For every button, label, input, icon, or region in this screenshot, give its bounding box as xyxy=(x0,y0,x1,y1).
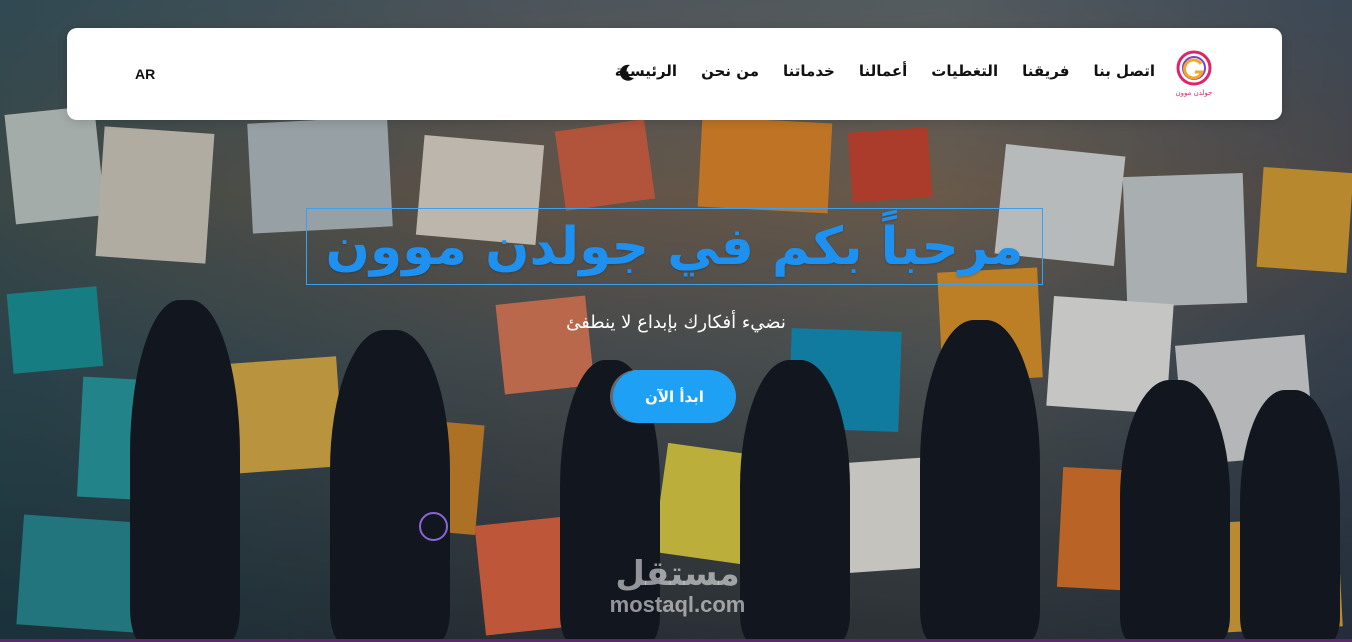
logo-text: جولدن موون xyxy=(1175,89,1212,97)
nav-item-contact[interactable]: اتصل بنا xyxy=(1093,62,1155,80)
nav-links: الرئيسية من نحن خدماتنا أعمالنا التغطيات… xyxy=(615,62,1155,80)
logo[interactable]: جولدن موون xyxy=(1174,50,1214,98)
theme-toggle-button[interactable] xyxy=(619,64,635,82)
nav-item-about[interactable]: من نحن xyxy=(701,62,759,80)
watermark: مستقل mostaql.com xyxy=(590,555,765,617)
moon-icon xyxy=(619,64,634,81)
nav-item-works[interactable]: أعمالنا xyxy=(859,62,907,80)
watermark-arabic: مستقل xyxy=(615,554,740,594)
hero-title: مرحباً بكم في جولدن موون xyxy=(325,216,1024,277)
nav-item-services[interactable]: خدماتنا xyxy=(783,62,835,80)
hero-title-box: مرحباً بكم في جولدن موون xyxy=(306,208,1043,285)
nav-item-team[interactable]: فريقنا xyxy=(1022,62,1069,80)
nav-item-coverage[interactable]: التغطيات xyxy=(931,62,998,80)
start-now-button[interactable]: ابدأ الآن xyxy=(613,370,736,423)
logo-icon: جولدن موون xyxy=(1175,50,1213,97)
cursor-ring xyxy=(419,512,448,541)
watermark-domain: mostaql.com xyxy=(609,592,746,617)
hero-subtitle: نضيء أفكارك بإبداع لا ينطفئ xyxy=(566,312,786,333)
navbar: جولدن موون الرئيسية من نحن خدماتنا أعمال… xyxy=(67,28,1282,120)
language-switch[interactable]: AR xyxy=(135,66,155,82)
